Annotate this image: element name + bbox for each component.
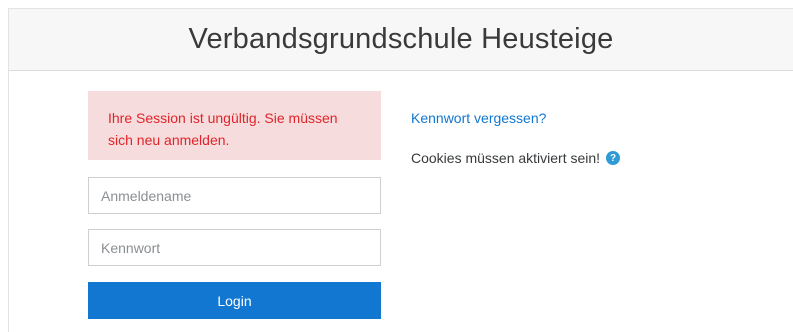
- cookies-notice: Cookies müssen aktiviert sein! ?: [411, 150, 621, 166]
- session-error-alert: Ihre Session ist ungültig. Sie müssen si…: [88, 91, 381, 160]
- help-icon[interactable]: ?: [606, 151, 621, 165]
- forgot-password-link[interactable]: Kennwort vergessen?: [411, 110, 546, 126]
- username-input[interactable]: [88, 177, 381, 214]
- cookies-notice-text: Cookies müssen aktiviert sein!: [411, 150, 601, 166]
- login-button[interactable]: Login: [88, 282, 381, 319]
- login-card: Verbandsgrundschule Heusteige Ihre Sessi…: [8, 8, 793, 332]
- password-input[interactable]: [88, 229, 381, 266]
- login-header: Verbandsgrundschule Heusteige: [9, 9, 793, 71]
- site-title: Verbandsgrundschule Heusteige: [188, 23, 614, 55]
